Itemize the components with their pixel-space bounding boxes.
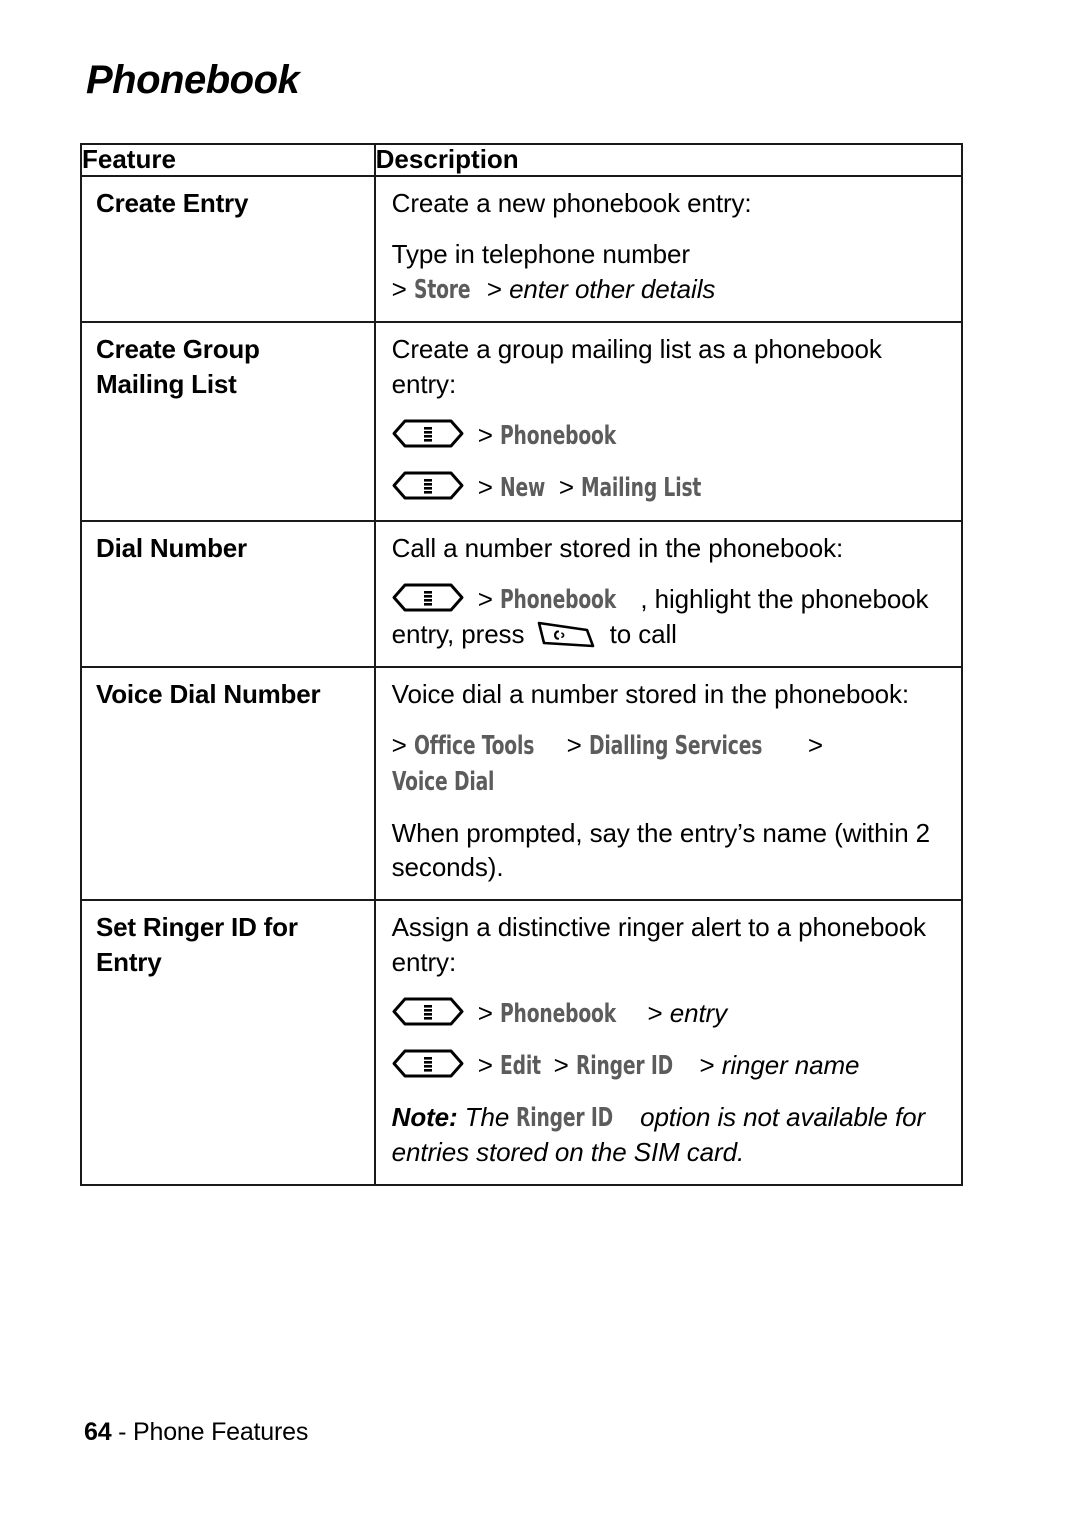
path-chevron: > — [477, 1049, 493, 1080]
path-chevron: > — [558, 471, 574, 502]
path-chevron: > — [477, 420, 493, 451]
footer-section-name: Phone Features — [133, 1418, 309, 1446]
path-chevron: > — [566, 730, 582, 760]
page-title: Phonebook — [86, 58, 300, 102]
page-footer: 64 - Phone Features — [84, 1420, 308, 1445]
description-text: When prompted, say the entry’s name (wit… — [391, 817, 931, 883]
softkey-voice-dial: Voice Dial — [391, 766, 494, 797]
footer-separator: - — [111, 1418, 134, 1446]
description-text: Assign a distinctive ringer alert to a p… — [391, 912, 926, 978]
footer-page-number: 64 — [84, 1418, 112, 1446]
menu-key-icon — [392, 471, 464, 500]
note-body: The — [457, 1101, 517, 1132]
description-text: Create a new phonebook entry: — [391, 187, 752, 218]
feature-name-line: Mailing List — [96, 368, 237, 399]
feature-cell: Create Entry — [80, 174, 376, 324]
softkey-edit: Edit — [500, 1050, 541, 1081]
column-header-description: Description — [373, 143, 964, 177]
path-chevron: > — [807, 730, 823, 760]
feature-name-line: Create Group — [96, 334, 260, 365]
feature-name-create-group-mailing-list: Create Group Mailing List — [96, 332, 360, 401]
description-text: to call — [602, 619, 677, 650]
description-text: Voice dial a number stored in the phoneb… — [391, 679, 910, 710]
softkey-office-tools: Office Tools — [413, 731, 535, 761]
path-chevron: > — [391, 273, 407, 304]
description-text: Type in telephone number — [391, 238, 690, 269]
menu-key-icon — [392, 419, 464, 448]
description-cell: Create a new phonebook entry: Type in te… — [373, 174, 964, 324]
send-key-icon — [535, 617, 597, 649]
description-cell: Voice dial a number stored in the phoneb… — [373, 666, 964, 902]
menu-key-icon — [392, 1049, 464, 1078]
menu-path: > Phonebook — [392, 418, 947, 454]
feature-description-table: Feature Description Create Entry Create … — [80, 143, 964, 1187]
note-label: Note: — [391, 1101, 458, 1132]
note-text: Note: The Ringer ID option is not availa… — [392, 1100, 947, 1171]
table-row: Create Entry Create a new phonebook entr… — [80, 174, 964, 324]
description-cell: Call a number stored in the phonebook: >… — [373, 519, 964, 669]
menu-path: > Phonebook > entry — [392, 996, 947, 1032]
softkey-phonebook: Phonebook — [500, 421, 617, 452]
feature-cell: Voice Dial Number — [80, 666, 376, 902]
feature-name-line: Set Ringer ID for — [96, 912, 298, 943]
path-chevron: > — [391, 730, 407, 760]
path-chevron: > — [477, 997, 493, 1028]
path-chevron: > — [647, 997, 663, 1028]
path-chevron: > — [699, 1049, 715, 1080]
menu-path: > Store > enter other details — [392, 272, 947, 308]
softkey-phonebook: Phonebook — [500, 584, 617, 615]
softkey-mailing-list: Mailing List — [581, 472, 702, 503]
feature-cell: Set Ringer ID for Entry — [80, 899, 376, 1187]
path-placeholder: ringer name — [721, 1049, 860, 1080]
menu-path: > Office Tools > Dialling Services > Voi… — [392, 728, 947, 800]
softkey-store: Store — [413, 274, 471, 305]
menu-path: > Edit > Ringer ID > ringer name — [392, 1048, 947, 1084]
softkey-phonebook: Phonebook — [500, 998, 617, 1029]
table-row: Voice Dial Number Voice dial a number st… — [80, 666, 964, 902]
path-chevron: > — [486, 273, 502, 304]
feature-name-create-entry: Create Entry — [96, 187, 249, 218]
feature-name-dial-number: Dial Number — [96, 532, 247, 563]
path-chevron: > — [553, 1049, 569, 1080]
description-text: Create a group mailing list as a phonebo… — [391, 334, 882, 400]
menu-path: > Phonebook, highlight the phonebook ent… — [392, 582, 947, 653]
column-header-feature: Feature — [80, 143, 376, 177]
softkey-ringer-id: Ringer ID — [516, 1102, 614, 1133]
path-chevron: > — [477, 471, 493, 502]
feature-name-line: Entry — [96, 946, 162, 977]
path-chevron: > — [477, 583, 493, 614]
description-cell: Assign a distinctive ringer alert to a p… — [373, 899, 964, 1187]
menu-key-icon — [392, 583, 464, 612]
softkey-new: New — [500, 472, 546, 503]
feature-cell: Create Group Mailing List — [80, 321, 376, 522]
feature-name-set-ringer-id-for-entry: Set Ringer ID for Entry — [96, 910, 360, 979]
feature-name-voice-dial-number: Voice Dial Number — [96, 679, 321, 710]
table-row: Create Group Mailing List Create a group… — [80, 321, 964, 522]
menu-path: > New > Mailing List — [392, 470, 947, 506]
menu-key-icon — [392, 997, 464, 1026]
path-placeholder: enter other details — [509, 273, 716, 304]
feature-cell: Dial Number — [80, 519, 376, 669]
table-header-row: Feature Description — [80, 143, 964, 177]
softkey-ringer-id: Ringer ID — [575, 1050, 673, 1081]
description-text: Call a number stored in the phonebook: — [391, 532, 844, 563]
softkey-dialling-services: Dialling Services — [588, 731, 763, 761]
description-cell: Create a group mailing list as a phonebo… — [373, 321, 964, 522]
document-page: Phonebook Feature Description Create Ent… — [0, 0, 1080, 1521]
path-placeholder: entry — [669, 997, 728, 1028]
table-row: Set Ringer ID for Entry Assign a distinc… — [80, 899, 964, 1187]
table-row: Dial Number Call a number stored in the … — [80, 519, 964, 669]
